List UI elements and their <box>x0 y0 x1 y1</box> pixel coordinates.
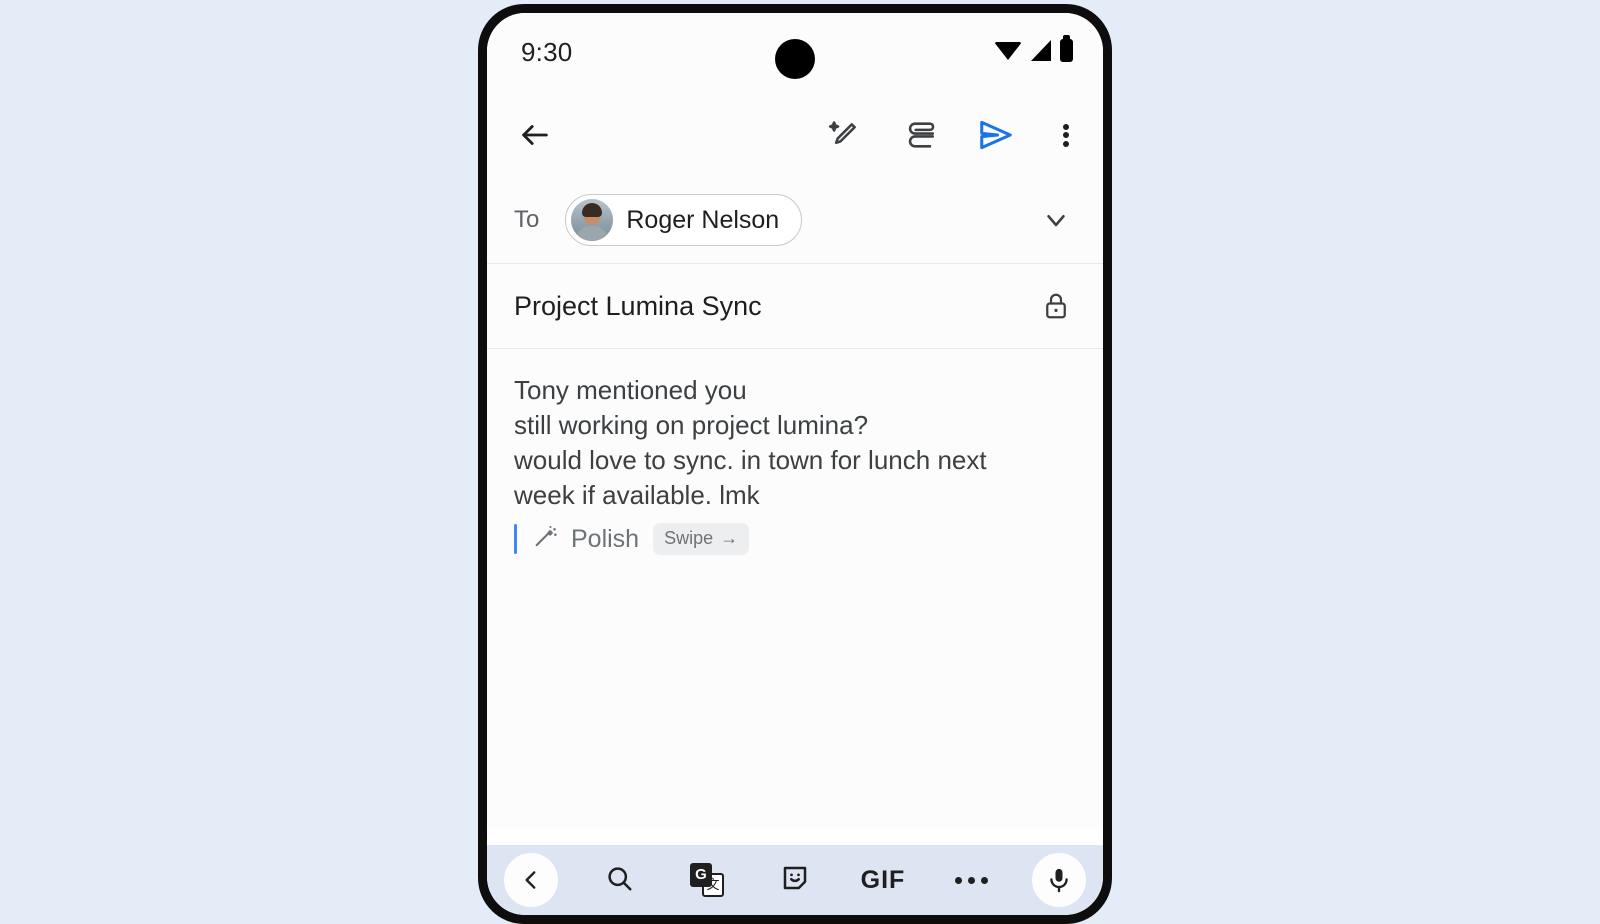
swipe-hint-badge: Swipe → <box>653 523 750 555</box>
to-label: To <box>514 206 540 233</box>
subject-row[interactable]: Project Lumina Sync <box>487 264 1103 349</box>
polish-suggestion[interactable]: Polish Swipe → <box>514 520 1077 558</box>
email-body-area[interactable]: Tony mentioned you still working on proj… <box>487 349 1103 829</box>
kb-translate-button[interactable]: 文 G <box>663 845 751 915</box>
chevron-down-icon[interactable] <box>1033 197 1079 243</box>
more-dot <box>1063 123 1069 130</box>
status-bar-icons <box>994 35 1073 62</box>
status-bar: 9:30 <box>487 13 1103 93</box>
paperclip-icon[interactable] <box>895 110 945 160</box>
cellular-signal-icon <box>1031 40 1051 61</box>
toolbar-actions <box>819 110 1085 160</box>
polish-label: Polish <box>571 524 640 553</box>
wifi-icon <box>994 41 1022 60</box>
kb-gif-button[interactable]: GIF <box>839 845 927 915</box>
phone-screen: 9:30 To Roger Nelson Project Lumina Sync… <box>487 13 1103 915</box>
google-translate-icon: 文 G <box>690 863 724 897</box>
microphone-icon <box>1032 853 1086 907</box>
suggestion-accent-bar <box>514 524 517 554</box>
chevron-left-icon <box>504 853 558 907</box>
recipient-chip[interactable]: Roger Nelson <box>565 194 803 246</box>
lock-icon[interactable] <box>1033 283 1079 329</box>
front-camera-punch-hole <box>775 39 815 79</box>
translate-g-label: G <box>690 863 712 887</box>
recipient-name: Roger Nelson <box>626 205 780 234</box>
arrow-right-icon: → <box>720 528 739 548</box>
kb-more-button[interactable] <box>927 845 1015 915</box>
magic-wand-icon <box>532 523 560 556</box>
contact-avatar-photo <box>571 199 614 241</box>
kb-sticker-button[interactable] <box>751 845 839 915</box>
more-dot <box>1063 140 1069 147</box>
kb-search-button[interactable] <box>575 845 663 915</box>
send-paper-plane-icon[interactable] <box>971 110 1021 160</box>
kb-mic-button[interactable] <box>1015 845 1103 915</box>
search-icon <box>604 863 634 898</box>
recipient-to-row[interactable]: To Roger Nelson <box>487 177 1103 264</box>
swipe-hint-text: Swipe <box>664 528 714 548</box>
back-arrow-icon[interactable] <box>509 109 561 161</box>
gif-icon: GIF <box>860 865 906 894</box>
email-body-input[interactable]: Tony mentioned you still working on proj… <box>514 373 1039 513</box>
compose-toolbar <box>487 93 1103 177</box>
phone-frame: 9:30 To Roger Nelson Project Lumina Sync… <box>478 4 1112 924</box>
subject-input[interactable]: Project Lumina Sync <box>514 291 762 322</box>
more-horizontal-icon <box>954 876 988 884</box>
more-vertical-icon[interactable] <box>1047 110 1085 160</box>
more-dot <box>1063 132 1069 138</box>
status-bar-clock: 9:30 <box>521 37 573 67</box>
sticker-smiley-icon <box>780 863 810 898</box>
magic-pencil-icon[interactable] <box>819 110 869 160</box>
keyboard-toolbar: 文 G GIF <box>487 845 1103 915</box>
kb-back-button[interactable] <box>487 845 575 915</box>
battery-icon <box>1060 35 1073 62</box>
